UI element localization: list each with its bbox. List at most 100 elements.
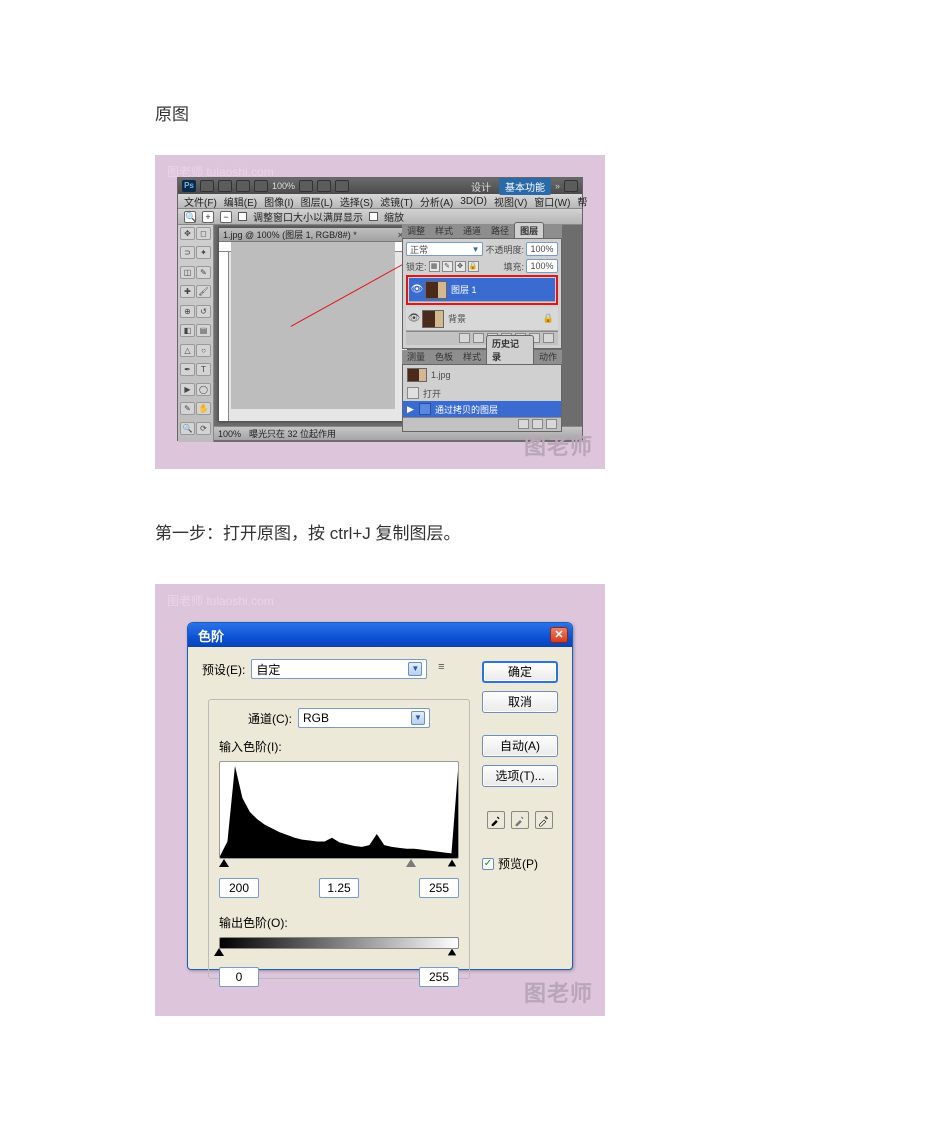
crop-tool-icon[interactable]: ◫ xyxy=(180,266,195,279)
zoom-in-icon[interactable]: + xyxy=(202,211,214,223)
canvas[interactable] xyxy=(231,242,395,409)
menu-image[interactable]: 图像(I) xyxy=(262,194,295,209)
topbar-icon[interactable] xyxy=(236,180,250,192)
trash-icon[interactable] xyxy=(543,333,554,343)
tab-layers[interactable]: 图层 xyxy=(514,222,544,238)
options-button[interactable]: 选项(T)... xyxy=(482,765,558,787)
link-layers-icon[interactable] xyxy=(459,333,470,343)
pen-tool-icon[interactable]: ✒ xyxy=(180,363,195,376)
layer-row-background[interactable]: 👁 背景 🔒 xyxy=(406,307,558,331)
white-point-handle[interactable] xyxy=(447,859,457,867)
topbar-icon[interactable] xyxy=(218,180,232,192)
output-black-handle[interactable] xyxy=(214,948,224,956)
input-white-field[interactable]: 255 xyxy=(419,878,459,898)
eraser-tool-icon[interactable]: ◧ xyxy=(180,324,195,337)
preset-menu-icon[interactable]: ≡ xyxy=(433,661,449,677)
move-tool-icon[interactable]: ✥ xyxy=(180,227,195,240)
history-row-copy-layer[interactable]: ▶ 通过拷贝的图层 xyxy=(403,401,561,417)
topbar-icon[interactable] xyxy=(335,180,349,192)
new-doc-from-state-icon[interactable] xyxy=(518,419,529,429)
tab-styles2[interactable]: 样式 xyxy=(458,349,486,364)
black-point-handle[interactable] xyxy=(219,859,229,867)
hand-tool-icon[interactable]: ✋ xyxy=(196,402,211,415)
dialog-titlebar[interactable]: 色阶 ✕ xyxy=(188,623,572,647)
trash-icon[interactable] xyxy=(546,419,557,429)
history-brush-tool-icon[interactable]: ↺ xyxy=(196,305,211,318)
tab-styles[interactable]: 样式 xyxy=(430,223,458,238)
topbar-icon[interactable] xyxy=(317,180,331,192)
lasso-tool-icon[interactable]: ⊃ xyxy=(180,246,195,259)
wand-tool-icon[interactable]: ✦ xyxy=(196,246,211,259)
tab-actions[interactable]: 动作 xyxy=(534,349,562,364)
workspace-essentials-button[interactable]: 基本功能 xyxy=(499,178,551,195)
rotate-view-tool-icon[interactable]: ⟳ xyxy=(196,422,211,435)
cancel-button[interactable]: 取消 xyxy=(482,691,558,713)
gray-eyedropper-icon[interactable] xyxy=(511,811,529,829)
black-eyedropper-icon[interactable] xyxy=(487,811,505,829)
preview-checkbox[interactable]: ✓ xyxy=(482,858,494,870)
new-snapshot-icon[interactable] xyxy=(532,419,543,429)
blur-tool-icon[interactable]: △ xyxy=(180,344,195,357)
channel-combo[interactable]: RGB ▼ xyxy=(298,708,430,728)
layer-fx-icon[interactable] xyxy=(473,333,484,343)
menu-layer[interactable]: 图层(L) xyxy=(299,194,335,209)
workspace-design-label[interactable]: 设计 xyxy=(467,179,495,194)
tab-history[interactable]: 历史记录 xyxy=(486,335,534,364)
lock-position-icon[interactable]: ✥ xyxy=(455,261,466,272)
gradient-tool-icon[interactable]: ▤ xyxy=(196,324,211,337)
blend-mode-select[interactable]: 正常 ▼ xyxy=(406,242,483,256)
eyedropper-tool-icon[interactable]: ✎ xyxy=(196,266,211,279)
output-black-field[interactable]: 0 xyxy=(219,967,259,987)
menu-3d[interactable]: 3D(D) xyxy=(458,196,489,207)
lock-transparency-icon[interactable]: ▦ xyxy=(429,261,440,272)
zoom-tool-icon[interactable]: 🔍 xyxy=(184,211,196,223)
menu-select[interactable]: 选择(S) xyxy=(338,194,375,209)
fit-checkbox[interactable] xyxy=(238,212,247,221)
close-button[interactable]: ✕ xyxy=(550,627,568,643)
type-tool-icon[interactable]: T xyxy=(196,363,211,376)
notes-tool-icon[interactable]: ✎ xyxy=(180,402,195,415)
menu-view[interactable]: 视图(V) xyxy=(492,194,529,209)
layer-row-1[interactable]: 👁 图层 1 xyxy=(409,278,555,302)
topbar-icon[interactable] xyxy=(200,180,214,192)
input-black-field[interactable]: 200 xyxy=(219,878,259,898)
preset-combo[interactable]: 自定 ▼ xyxy=(251,659,427,679)
visibility-eye-icon[interactable]: 👁 xyxy=(406,313,422,324)
topbar-icon[interactable] xyxy=(254,180,268,192)
lock-pixels-icon[interactable]: ✎ xyxy=(442,261,453,272)
chevrons-icon[interactable]: » xyxy=(555,181,560,191)
ok-button[interactable]: 确定 xyxy=(482,661,558,683)
output-white-field[interactable]: 255 xyxy=(419,967,459,987)
topbar-icon[interactable] xyxy=(564,180,578,192)
scale-checkbox[interactable] xyxy=(369,212,378,221)
preview-toggle[interactable]: ✓ 预览(P) xyxy=(482,855,558,872)
histogram[interactable] xyxy=(219,761,459,859)
white-eyedropper-icon[interactable] xyxy=(535,811,553,829)
dodge-tool-icon[interactable]: ○ xyxy=(196,344,211,357)
menu-window[interactable]: 窗口(W) xyxy=(532,194,572,209)
zoom-tool2-icon[interactable]: 🔍 xyxy=(180,422,195,435)
output-levels-slider[interactable] xyxy=(219,949,459,959)
fill-value[interactable]: 100% xyxy=(526,259,558,273)
history-row-open[interactable]: 打开 xyxy=(403,385,561,401)
path-select-tool-icon[interactable]: ▶ xyxy=(180,383,195,396)
healing-tool-icon[interactable]: ✚ xyxy=(180,285,195,298)
tab-measure[interactable]: 测量 xyxy=(402,349,430,364)
lock-all-icon[interactable]: 🔒 xyxy=(468,261,479,272)
marquee-tool-icon[interactable]: ◻ xyxy=(196,227,211,240)
opacity-value[interactable]: 100% xyxy=(526,242,558,256)
tab-channels[interactable]: 通道 xyxy=(458,223,486,238)
menu-filter[interactable]: 滤镜(T) xyxy=(378,194,415,209)
menu-edit[interactable]: 编辑(E) xyxy=(222,194,259,209)
menu-help[interactable]: 帮 xyxy=(575,194,589,209)
input-levels-slider[interactable] xyxy=(219,860,459,870)
output-white-handle[interactable] xyxy=(447,948,457,956)
zoom-out-icon[interactable]: − xyxy=(220,211,232,223)
menu-analysis[interactable]: 分析(A) xyxy=(418,194,455,209)
menu-file[interactable]: 文件(F) xyxy=(182,194,219,209)
tab-swatches[interactable]: 色板 xyxy=(430,349,458,364)
stamp-tool-icon[interactable]: ⊕ xyxy=(180,305,195,318)
topbar-icon[interactable] xyxy=(299,180,313,192)
brush-tool-icon[interactable]: 🖌 xyxy=(196,285,211,298)
visibility-eye-icon[interactable]: 👁 xyxy=(409,284,425,295)
